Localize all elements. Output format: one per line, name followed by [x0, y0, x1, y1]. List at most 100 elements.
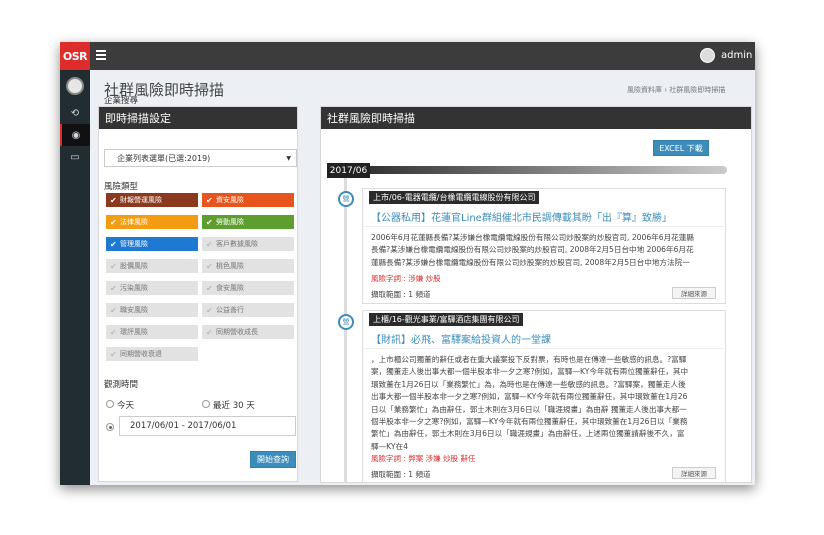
radio-today[interactable] [106, 400, 114, 408]
risk-type-label: 法律風險 [120, 218, 148, 226]
radio-today-label: 今天 [117, 401, 135, 411]
risk-type-label: 污染風險 [120, 284, 148, 292]
risk-type-label: 職安風險 [120, 306, 148, 314]
check-icon: ✔ [110, 349, 117, 359]
body-line: 環致董在1月26日以「業務繁忙」為，為時也是在傳達一些敏感的訊息。?富驛案，獨董… [371, 379, 686, 389]
timeline-body: ，上市櫃公司獨董的辭任或者在重大議案投下反對票，有時也是在傳達一些敏感的訊息。?… [371, 354, 723, 453]
detail-source-button[interactable]: 詳細來源 [672, 287, 716, 299]
sidebar: ⟲ ◉ ▭ [60, 70, 90, 485]
risk-type-chip[interactable]: ✔ 管理風險 [106, 237, 198, 251]
risk-type-label: 財報營運風險 [120, 196, 162, 204]
body-line: 繁忙」為由辭任，郭土木則在3月6日以「職涯規畫」為由辭任，上述兩位獨董請辭後不久… [371, 429, 685, 439]
timeline-body: 2006年6月花蓮縣長備?某涉嫌台橡電纜電線股份有限公司炒股案的炒股官司, 20… [371, 232, 723, 269]
breadcrumb[interactable]: 風險資料庫 › 社群風險即時掃描 [627, 85, 725, 95]
risk-keywords: 風險字詞 : 弊案 涉嫌 炒股 辭任 [371, 454, 476, 463]
risk-type-label: 風險類型 [104, 182, 139, 192]
risk-type-label: 食安風險 [216, 284, 244, 292]
radio-last-30-days-label: 最近 30 天 [213, 401, 255, 411]
radio-custom-range[interactable] [106, 423, 114, 431]
timeline-card: 上市/06-電器電纜/台橡電纜電線股份有限公司 【公器私用】花蓮官Line群組催… [362, 188, 727, 304]
risk-type-chip[interactable]: ✔ 資安風險 [202, 193, 294, 207]
detail-source-button[interactable]: 詳細來源 [672, 467, 716, 479]
body-line: 2006年6月花蓮縣長備?某涉嫌台橡電纜電線股份有限公司炒股案的炒股官司, 20… [371, 233, 694, 242]
risk-type-chip[interactable]: ✔ 職安風險 [106, 303, 198, 317]
timeline-line [344, 178, 347, 483]
check-icon: ✔ [110, 239, 117, 249]
risk-type-chip[interactable]: ✔ 財報營運風險 [106, 193, 198, 207]
history-icon[interactable]: ⟲ [60, 102, 90, 124]
risk-type-chip[interactable]: ✔ 股價風險 [106, 259, 198, 273]
company-select-value: 企業列表選單(已選:2019) [117, 154, 211, 163]
timeline-item-icon: 營 [338, 314, 354, 330]
eye-icon[interactable]: ◉ [60, 124, 90, 146]
radio-last-30-days[interactable] [202, 400, 210, 408]
timeline-headline[interactable]: 【公器私用】花蓮官Line群組催北市民調傳載其盼「出『算』致勝」 [371, 209, 672, 224]
chevron-down-icon: ▼ [286, 155, 291, 162]
timeline-card: 上櫃/16-觀光事業/富驛酒店集團有限公司 【財訊】必飛、富驛案給投資人的一堂課… [362, 310, 727, 483]
risk-type-label: 桃色風險 [216, 262, 244, 270]
risk-type-chip[interactable]: ✔ 環評風險 [106, 325, 198, 339]
check-icon: ✔ [206, 261, 213, 271]
risk-type-label: 客戶數據風險 [216, 240, 258, 248]
check-icon: ✔ [110, 305, 117, 315]
check-icon: ✔ [206, 283, 213, 293]
risk-type-chip[interactable]: ✔ 桃色風險 [202, 259, 294, 273]
body-line: 案，獨董走人後出事大都一個半股本非一夕之寒?例如，富驛—KY今年就有兩位獨董辭任… [371, 367, 689, 377]
body-line: 驛—KY在4 [371, 441, 408, 451]
capture-range: 擷取範圍 : 1 頻道 [371, 470, 431, 479]
capture-range: 擷取範圍 : 1 頻道 [371, 290, 431, 299]
divider [363, 348, 727, 349]
risk-type-chip[interactable]: ✔ 勞動風險 [202, 215, 294, 229]
scan-settings-header: 即時掃描設定 [99, 107, 297, 129]
body-line: ，上市櫃公司獨董的辭任或者在重大議案投下反對票，有時也是在傳達一些敏感的訊息。?… [371, 355, 687, 364]
risk-type-chip[interactable]: ✔ 同期營收衰退 [106, 347, 198, 361]
start-search-button[interactable]: 開始查詢 [250, 451, 296, 468]
body-line: 長備?某涉嫌台橡電纜電線股份有限公司炒股案的炒股官司, 2008年2月5日台中地… [371, 245, 694, 255]
risk-type-label: 公益善行 [216, 306, 244, 314]
risk-type-chip[interactable]: ✔ 污染風險 [106, 281, 198, 295]
check-icon: ✔ [206, 195, 213, 205]
timeline-headline[interactable]: 【財訊】必飛、富驛案給投資人的一堂課 [371, 331, 551, 346]
check-icon: ✔ [110, 283, 117, 293]
risk-type-chip[interactable]: ✔ 公益善行 [202, 303, 294, 317]
check-icon: ✔ [206, 305, 213, 315]
risk-keywords: 風險字詞 : 涉嫌 炒股 [371, 274, 441, 283]
menu-toggle-icon[interactable] [96, 50, 108, 62]
check-icon: ✔ [206, 239, 213, 249]
scan-results-header: 社群風險即時掃描 [321, 107, 751, 129]
risk-type-chip[interactable]: ✔ 法律風險 [106, 215, 198, 229]
risk-type-chip[interactable]: ✔ 客戶數據風險 [202, 237, 294, 251]
divider [363, 226, 727, 227]
company-search-label: 企業搜尋 [104, 96, 139, 106]
timeline-item-icon: 營 [338, 191, 354, 207]
check-icon: ✔ [206, 217, 213, 227]
sidebar-avatar [66, 77, 84, 95]
risk-type-label: 股價風險 [120, 262, 148, 270]
monitor-icon[interactable]: ▭ [60, 146, 90, 168]
user-avatar[interactable] [700, 48, 715, 63]
body-line: 蓮縣長備?某涉嫌台橡電纜電線股份有限公司炒股案的炒股官司, 2008年2月5日台… [371, 257, 690, 267]
risk-type-label: 資安風險 [216, 196, 244, 204]
risk-type-label: 勞動風險 [216, 218, 244, 226]
user-name[interactable]: admin [721, 50, 752, 61]
risk-type-label: 同期營收衰退 [120, 350, 162, 358]
body-line: 出事大都一個半股本非一夕之寒?例如，富驛—KY今年就有兩位獨董辭任，其中環致董在… [371, 392, 688, 402]
excel-download-button[interactable]: EXCEL 下載 [653, 140, 709, 156]
body-line: 個半股本非一夕之寒?例如，富驛—KY今年就有兩位獨董辭任，其中環致董在1月26日… [371, 417, 688, 427]
date-range-input[interactable]: 2017/06/01 - 2017/06/01 [119, 416, 296, 436]
risk-type-chip[interactable]: ✔ 食安風險 [202, 281, 294, 295]
logo[interactable]: OSR [60, 42, 90, 70]
check-icon: ✔ [110, 327, 117, 337]
check-icon: ✔ [206, 327, 213, 337]
top-navbar: OSR admin [60, 42, 755, 70]
company-select[interactable]: 企業列表選單(已選:2019) ▼ [104, 149, 297, 167]
risk-type-label: 管理風險 [120, 240, 148, 248]
period-label: 觀測時間 [104, 380, 139, 390]
timeline-date-badge: 2017/06 [327, 163, 370, 178]
risk-type-chip[interactable]: ✔ 同期營收成長 [202, 325, 294, 339]
risk-type-label: 環評風險 [120, 328, 148, 336]
risk-type-label: 同期營收成長 [216, 328, 258, 336]
check-icon: ✔ [110, 217, 117, 227]
timeline-category: 上市/06-電器電纜/台橡電纜電線股份有限公司 [369, 191, 540, 204]
timeline-bar [370, 166, 727, 174]
